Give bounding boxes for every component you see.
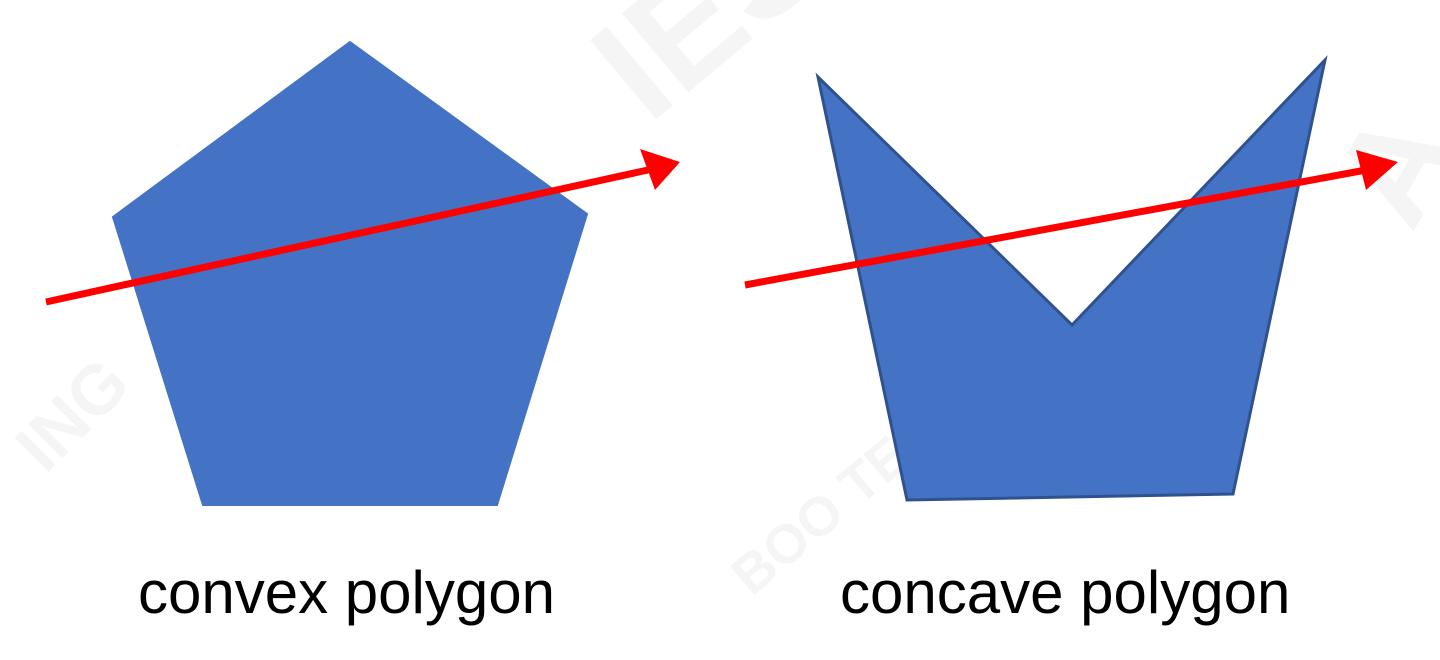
concave-polygon-figure [744,55,1398,502]
convex-polygon-figure [45,40,680,506]
convex-polygon-caption: convex polygon [138,559,555,626]
ray-arrowhead-icon [1356,150,1398,190]
concave-polygon-caption: concave polygon [840,559,1291,626]
concave-notched-shape [815,55,1328,502]
